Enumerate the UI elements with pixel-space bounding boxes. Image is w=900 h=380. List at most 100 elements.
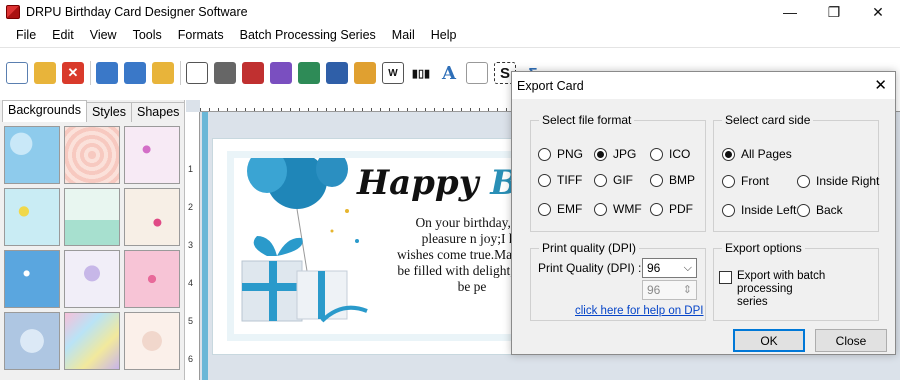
card-message[interactable]: On your birthday,I w pleasure n joy;I ho…: [342, 215, 527, 295]
radio-back[interactable]: Back: [797, 203, 843, 217]
pen-icon[interactable]: [326, 62, 348, 84]
background-thumbnail[interactable]: [64, 250, 120, 308]
ruler-number: 6: [188, 354, 194, 364]
menu-mail[interactable]: Mail: [384, 24, 423, 46]
radio-inside-left[interactable]: Inside Left: [722, 203, 796, 217]
ruler-number: 5: [188, 316, 194, 326]
radio-tiff[interactable]: TIFF: [538, 173, 582, 187]
ok-button[interactable]: OK: [733, 329, 805, 352]
radio-png[interactable]: PNG: [538, 147, 583, 161]
close-button[interactable]: Close: [815, 329, 887, 352]
menu-edit[interactable]: Edit: [44, 24, 82, 46]
batch-processing-checkbox[interactable]: [719, 271, 732, 284]
background-thumbnail[interactable]: [64, 188, 120, 246]
menu-view[interactable]: View: [82, 24, 125, 46]
birthday-card[interactable]: Happy Bi On your birthday,I w pleasure n…: [212, 138, 542, 355]
dpi-help-link[interactable]: click here for help on DPI: [575, 305, 703, 317]
window-title: DRPU Birthday Card Designer Software: [26, 5, 248, 19]
background-thumbnail[interactable]: [64, 312, 120, 370]
left-panel-tabs: Backgrounds Styles Shapes: [0, 100, 186, 122]
radio-label: BMP: [669, 173, 696, 187]
gift-icon[interactable]: [270, 62, 292, 84]
file-format-group: Select file format PNG JPG ICO TIFF GIF …: [530, 113, 706, 232]
menu-tools[interactable]: Tools: [125, 24, 170, 46]
radio-icon: [650, 173, 663, 187]
tab-styles[interactable]: Styles: [85, 102, 133, 122]
radio-pdf[interactable]: PDF: [650, 202, 693, 216]
insert-image-icon[interactable]: [298, 62, 320, 84]
shapes-icon[interactable]: [354, 62, 376, 84]
background-thumbnail[interactable]: [124, 188, 180, 246]
close-file-icon[interactable]: ✕: [62, 62, 84, 84]
menu-bar: File Edit View Tools Formats Batch Proce…: [0, 24, 900, 46]
radio-jpg[interactable]: JPG: [594, 147, 636, 161]
print-quality-custom-value: 96: [647, 283, 661, 297]
barcode-icon[interactable]: ▮▯▮: [410, 62, 432, 84]
menu-help[interactable]: Help: [423, 24, 465, 46]
radio-selected-icon: [594, 147, 607, 161]
card-face: Happy Bi On your birthday,I w pleasure n…: [227, 151, 527, 341]
menu-formats[interactable]: Formats: [170, 24, 232, 46]
close-icon[interactable]: ✕: [856, 0, 900, 24]
radio-front[interactable]: Front: [722, 174, 769, 188]
print-preview-icon[interactable]: [186, 62, 208, 84]
open-folder-icon[interactable]: [34, 62, 56, 84]
app-icon: [6, 5, 20, 19]
card-message-line: be filled with delight, and y: [397, 263, 527, 278]
print-icon[interactable]: [214, 62, 236, 84]
minimize-icon[interactable]: —: [768, 0, 812, 24]
tab-shapes[interactable]: Shapes: [131, 102, 186, 122]
radio-label: PDF: [669, 202, 693, 216]
menu-file[interactable]: File: [8, 24, 44, 46]
radio-all-pages[interactable]: All Pages: [722, 147, 792, 161]
radio-emf[interactable]: EMF: [538, 202, 582, 216]
dialog-title: Export Card: [517, 78, 584, 93]
new-file-icon[interactable]: [6, 62, 28, 84]
print-quality-dropdown[interactable]: 96 ⌵: [642, 258, 697, 278]
radio-ico[interactable]: ICO: [650, 147, 690, 161]
radio-label: Inside Right: [816, 174, 880, 188]
print-quality-group-label: Print quality (DPI): [539, 241, 640, 255]
save-icon[interactable]: [96, 62, 118, 84]
background-thumbnail[interactable]: [124, 126, 180, 184]
page-edge: [202, 112, 208, 380]
card-heading[interactable]: Happy Bi: [357, 163, 527, 203]
background-thumbnail[interactable]: [4, 188, 60, 246]
tab-backgrounds[interactable]: Backgrounds: [2, 100, 87, 122]
background-thumbnails: [4, 126, 180, 370]
card-side-group: Select card side All Pages Front Inside …: [713, 113, 879, 232]
radio-label: WMF: [613, 202, 642, 216]
card-heading-part: Happy: [357, 163, 491, 203]
background-thumbnail[interactable]: [64, 126, 120, 184]
background-thumbnail[interactable]: [124, 250, 180, 308]
save-as-icon[interactable]: [124, 62, 146, 84]
file-format-label: Select file format: [539, 113, 635, 127]
print-quality-value: 96: [647, 261, 661, 275]
card-message-line: On your birthday,I w: [415, 215, 527, 230]
spinner-icon: ⇕: [682, 284, 692, 296]
radio-icon: [538, 202, 551, 216]
radio-label: GIF: [613, 173, 633, 187]
background-thumbnail[interactable]: [4, 312, 60, 370]
radio-icon: [538, 147, 551, 161]
radio-icon: [797, 174, 810, 188]
text-icon[interactable]: A: [438, 62, 460, 84]
background-thumbnail[interactable]: [124, 312, 180, 370]
dialog-close-icon[interactable]: ✕: [874, 76, 887, 94]
export-folder-icon[interactable]: [152, 62, 174, 84]
radio-inside-right[interactable]: Inside Right: [797, 174, 879, 188]
copy-card-icon[interactable]: [242, 62, 264, 84]
watermark-icon[interactable]: W: [382, 62, 404, 84]
card-message-line: pleasure n joy;I ho: [421, 231, 523, 246]
radio-bmp[interactable]: BMP: [650, 173, 695, 187]
restore-icon[interactable]: ❐: [812, 0, 856, 24]
text-box-icon[interactable]: [466, 62, 488, 84]
radio-label: All Pages: [741, 147, 792, 161]
radio-label: TIFF: [557, 173, 583, 187]
radio-wmf[interactable]: WMF: [594, 202, 642, 216]
background-thumbnail[interactable]: [4, 126, 60, 184]
background-thumbnail[interactable]: [4, 250, 60, 308]
menu-batch-processing-series[interactable]: Batch Processing Series: [232, 24, 384, 46]
radio-icon: [650, 202, 663, 216]
radio-gif[interactable]: GIF: [594, 173, 633, 187]
